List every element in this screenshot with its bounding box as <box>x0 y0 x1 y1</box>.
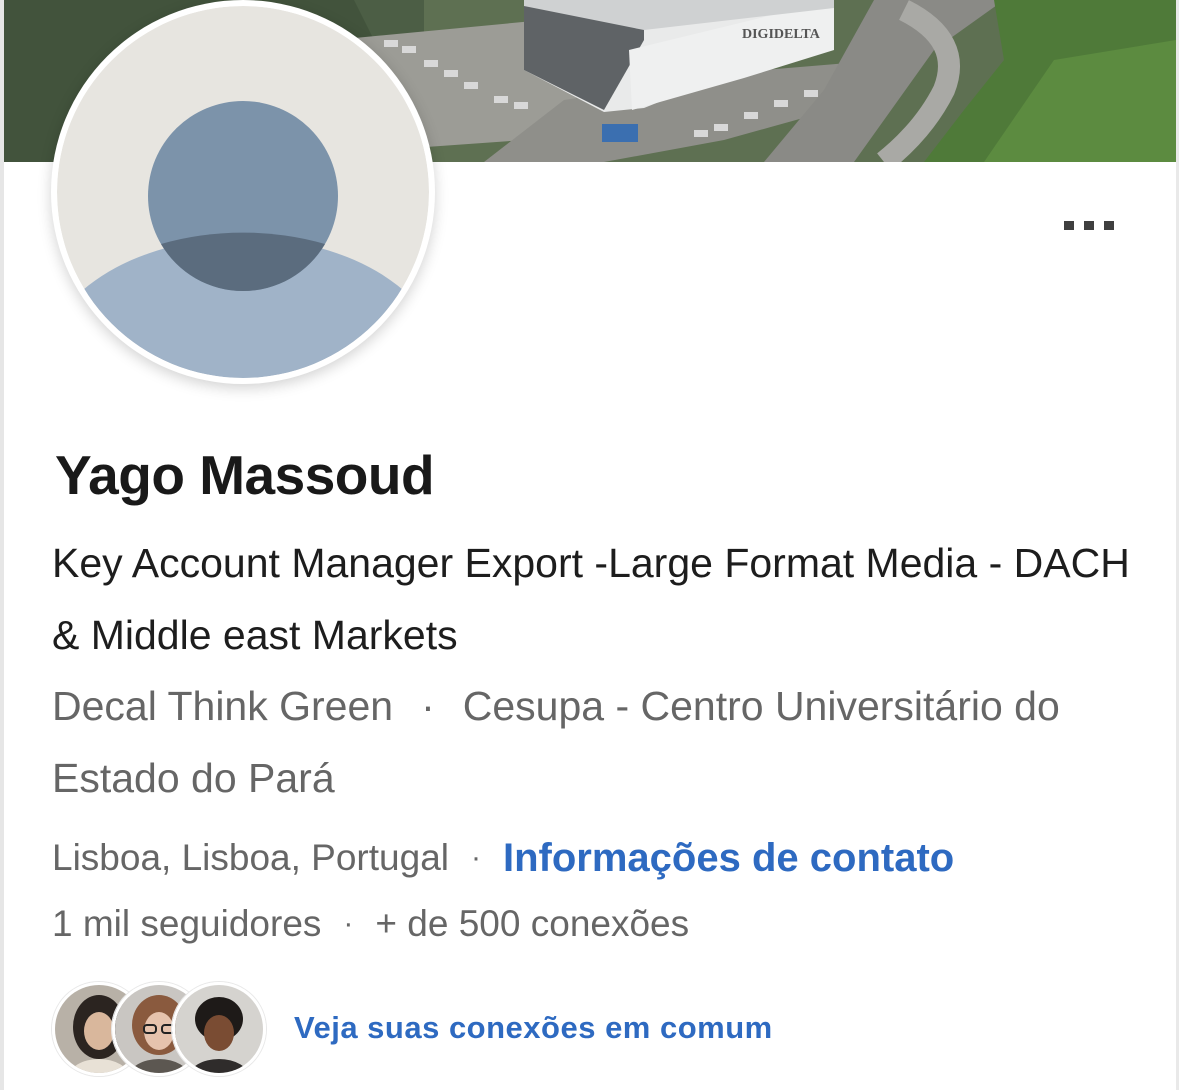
contact-info-link[interactable]: Informações de contato <box>503 836 954 881</box>
location-text: Lisboa, Lisboa, Portugal <box>52 837 449 878</box>
profile-name: Yago Massoud <box>55 444 435 506</box>
location-row: Lisboa, Lisboa, Portugal · Informações d… <box>52 830 954 886</box>
profile-avatar[interactable] <box>51 0 435 384</box>
building-sign: DIGIDELTA <box>742 27 821 42</box>
mutual-avatar <box>172 982 266 1076</box>
company-name[interactable]: Decal Think Green <box>52 683 393 729</box>
default-avatar-icon <box>57 6 429 378</box>
profile-headline: Key Account Manager Export -Large Format… <box>52 540 1130 658</box>
separator: · <box>471 841 481 874</box>
card-border-left <box>0 0 4 1090</box>
separator: · <box>343 907 354 940</box>
connections-count[interactable]: + de 500 conexões <box>375 903 689 945</box>
mutual-connections[interactable]: Veja suas conexões em comum <box>52 982 773 1076</box>
followers-count[interactable]: 1 mil seguidores <box>52 903 321 945</box>
mutual-connections-link[interactable]: Veja suas conexões em comum <box>294 1010 773 1046</box>
mutual-avatars <box>52 982 266 1076</box>
more-options-icon <box>1064 220 1074 230</box>
more-options-button[interactable] <box>1052 208 1126 242</box>
profile-company-education: Decal Think Green · Cesupa - Centro Univer… <box>52 670 1142 814</box>
network-stats-row: 1 mil seguidores · + de 500 conexões <box>52 896 689 952</box>
separator: · <box>421 683 435 729</box>
profile-card: DIGIDELTA Yago Massoud Key Account Manag… <box>0 0 1179 1090</box>
